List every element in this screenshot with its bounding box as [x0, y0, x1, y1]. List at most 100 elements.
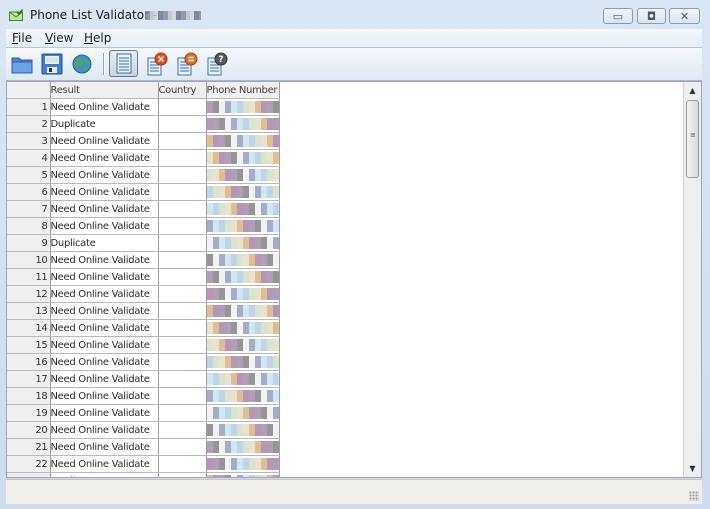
country-cell[interactable]: [158, 302, 207, 320]
country-cell[interactable]: [158, 285, 207, 303]
result-cell[interactable]: Need Online Validate: [50, 166, 159, 184]
country-cell[interactable]: [158, 132, 207, 150]
phone-number-cell[interactable]: [206, 98, 280, 116]
table-row[interactable]: 6 Need Online Validate: [7, 183, 280, 201]
country-cell[interactable]: [158, 319, 207, 337]
country-cell[interactable]: [158, 183, 207, 201]
result-cell[interactable]: Need Online Validate: [50, 132, 159, 150]
country-cell[interactable]: [158, 455, 207, 473]
online-validate-button[interactable]: [69, 51, 95, 77]
phone-number-cell[interactable]: [206, 268, 280, 286]
table-row[interactable]: 22 Need Online Validate: [7, 455, 280, 473]
row-number[interactable]: 13: [7, 302, 51, 320]
country-cell[interactable]: [158, 251, 207, 269]
phone-number-cell[interactable]: [206, 455, 280, 473]
phone-number-cell[interactable]: [206, 472, 280, 477]
table-row[interactable]: 12 Need Online Validate: [7, 285, 280, 303]
phone-number-cell[interactable]: [206, 353, 280, 371]
phone-number-cell[interactable]: [206, 200, 280, 218]
table-row[interactable]: 9 Duplicate: [7, 234, 280, 252]
row-number[interactable]: 11: [7, 268, 51, 286]
table-row[interactable]: 10 Need Online Validate: [7, 251, 280, 269]
view-invalid-button[interactable]: [144, 51, 170, 77]
phone-number-cell[interactable]: [206, 132, 280, 150]
result-cell[interactable]: Need Online Validate: [50, 268, 159, 286]
scroll-up-arrow-icon[interactable]: ▲: [684, 82, 701, 99]
row-number[interactable]: 21: [7, 438, 51, 456]
row-number[interactable]: 4: [7, 149, 51, 167]
result-cell[interactable]: Need Online Validate: [50, 370, 159, 388]
table-row[interactable]: 17 Need Online Validate: [7, 370, 280, 388]
result-cell[interactable]: Duplicate: [50, 472, 159, 477]
view-all-button[interactable]: [109, 50, 138, 77]
row-number[interactable]: 5: [7, 166, 51, 184]
phone-number-cell[interactable]: [206, 404, 280, 422]
result-cell[interactable]: Duplicate: [50, 115, 159, 133]
result-cell[interactable]: Need Online Validate: [50, 149, 159, 167]
phone-number-cell[interactable]: [206, 217, 280, 235]
country-cell[interactable]: [158, 472, 207, 477]
save-button[interactable]: [39, 51, 65, 77]
header-country[interactable]: Country: [158, 82, 207, 99]
open-folder-button[interactable]: [9, 51, 35, 77]
country-cell[interactable]: [158, 149, 207, 167]
row-number[interactable]: 18: [7, 387, 51, 405]
country-cell[interactable]: [158, 438, 207, 456]
result-cell[interactable]: Need Online Validate: [50, 302, 159, 320]
table-row[interactable]: 21 Need Online Validate: [7, 438, 280, 456]
result-cell[interactable]: Need Online Validate: [50, 200, 159, 218]
phone-number-cell[interactable]: [206, 319, 280, 337]
phone-number-cell[interactable]: [206, 183, 280, 201]
result-cell[interactable]: Need Online Validate: [50, 455, 159, 473]
table-row[interactable]: 19 Need Online Validate: [7, 404, 280, 422]
table-row[interactable]: 1 Need Online Validate: [7, 98, 280, 116]
country-cell[interactable]: [158, 115, 207, 133]
minimize-button[interactable]: ▭: [603, 8, 633, 24]
country-cell[interactable]: [158, 98, 207, 116]
table-row[interactable]: 11 Need Online Validate: [7, 268, 280, 286]
result-cell[interactable]: Need Online Validate: [50, 251, 159, 269]
phone-number-cell[interactable]: [206, 251, 280, 269]
resize-grip-icon[interactable]: [689, 491, 699, 501]
result-cell[interactable]: Need Online Validate: [50, 98, 159, 116]
view-unknown-button[interactable]: ?: [204, 51, 230, 77]
row-number[interactable]: 12: [7, 285, 51, 303]
phone-number-cell[interactable]: [206, 387, 280, 405]
phone-number-cell[interactable]: [206, 115, 280, 133]
row-number[interactable]: 9: [7, 234, 51, 252]
table-row[interactable]: 20 Need Online Validate: [7, 421, 280, 439]
country-cell[interactable]: [158, 336, 207, 354]
result-cell[interactable]: Duplicate: [50, 234, 159, 252]
row-number[interactable]: 10: [7, 251, 51, 269]
row-number[interactable]: 8: [7, 217, 51, 235]
vertical-scrollbar[interactable]: ▲ ≡ ▼: [683, 82, 701, 477]
row-number[interactable]: 7: [7, 200, 51, 218]
country-cell[interactable]: [158, 268, 207, 286]
row-number[interactable]: 23: [7, 472, 51, 477]
result-cell[interactable]: Need Online Validate: [50, 404, 159, 422]
phone-number-cell[interactable]: [206, 421, 280, 439]
table-row[interactable]: 18 Need Online Validate: [7, 387, 280, 405]
row-number[interactable]: 15: [7, 336, 51, 354]
view-duplicate-button[interactable]: [174, 51, 200, 77]
result-cell[interactable]: Need Online Validate: [50, 336, 159, 354]
header-result[interactable]: Result: [50, 82, 159, 99]
table-row[interactable]: 7 Need Online Validate: [7, 200, 280, 218]
country-cell[interactable]: [158, 217, 207, 235]
title-bar[interactable]: Phone List Validator - ▭ ◘ ✕: [0, 0, 710, 30]
phone-number-cell[interactable]: [206, 166, 280, 184]
country-cell[interactable]: [158, 370, 207, 388]
header-phone-number[interactable]: Phone Number: [206, 82, 280, 99]
menu-file[interactable]: File: [12, 31, 32, 45]
table-row[interactable]: 16 Need Online Validate: [7, 353, 280, 371]
table-row[interactable]: 14 Need Online Validate: [7, 319, 280, 337]
result-cell[interactable]: Need Online Validate: [50, 319, 159, 337]
menu-view[interactable]: View: [45, 31, 73, 45]
row-number[interactable]: 6: [7, 183, 51, 201]
table-row[interactable]: 2 Duplicate: [7, 115, 280, 133]
country-cell[interactable]: [158, 387, 207, 405]
row-number[interactable]: 14: [7, 319, 51, 337]
country-cell[interactable]: [158, 421, 207, 439]
maximize-button[interactable]: ◘: [637, 8, 666, 24]
phone-number-cell[interactable]: [206, 234, 280, 252]
